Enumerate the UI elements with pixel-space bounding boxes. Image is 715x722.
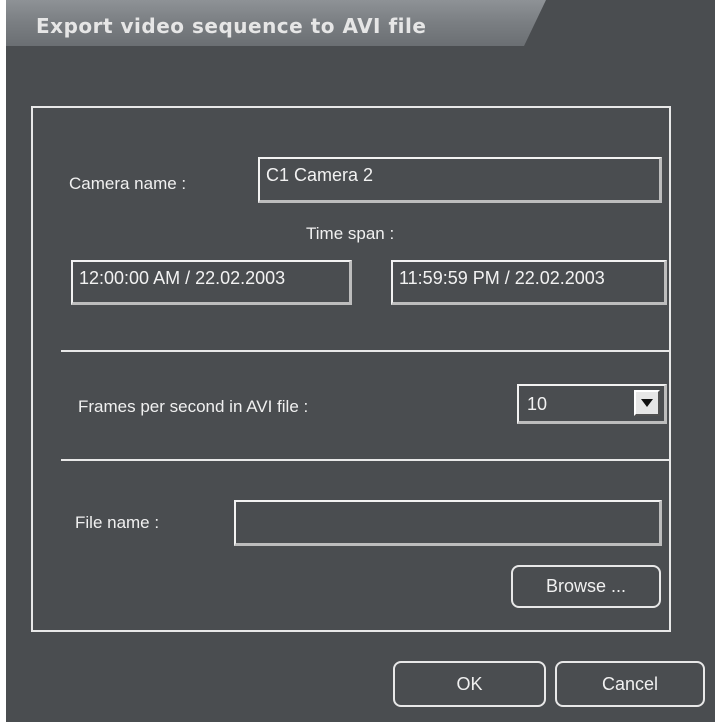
divider-bottom xyxy=(61,459,669,461)
fps-label: Frames per second in AVI file : xyxy=(78,397,309,416)
browse-button[interactable]: Browse ... xyxy=(511,565,661,608)
time-span-end-field[interactable]: 11:59:59 PM / 22.02.2003 xyxy=(391,260,667,305)
time-span-start-field[interactable]: 12:00:00 AM / 22.02.2003 xyxy=(71,260,352,305)
ok-button[interactable]: OK xyxy=(393,661,546,707)
file-name-input[interactable] xyxy=(234,500,662,546)
divider-top xyxy=(61,350,669,352)
cancel-button[interactable]: Cancel xyxy=(555,661,705,707)
fps-select[interactable]: 10 xyxy=(517,384,667,424)
fps-select-value: 10 xyxy=(527,394,548,414)
time-span-label: Time span : xyxy=(306,224,395,243)
export-avi-dialog: Export video sequence to AVI file Camera… xyxy=(6,0,715,722)
chevron-down-icon[interactable] xyxy=(634,390,660,416)
camera-name-label: Camera name : xyxy=(69,174,187,193)
camera-name-field[interactable]: C1 Camera 2 xyxy=(258,157,662,203)
file-name-label: File name : xyxy=(75,513,160,532)
dialog-title: Export video sequence to AVI file xyxy=(36,14,427,38)
